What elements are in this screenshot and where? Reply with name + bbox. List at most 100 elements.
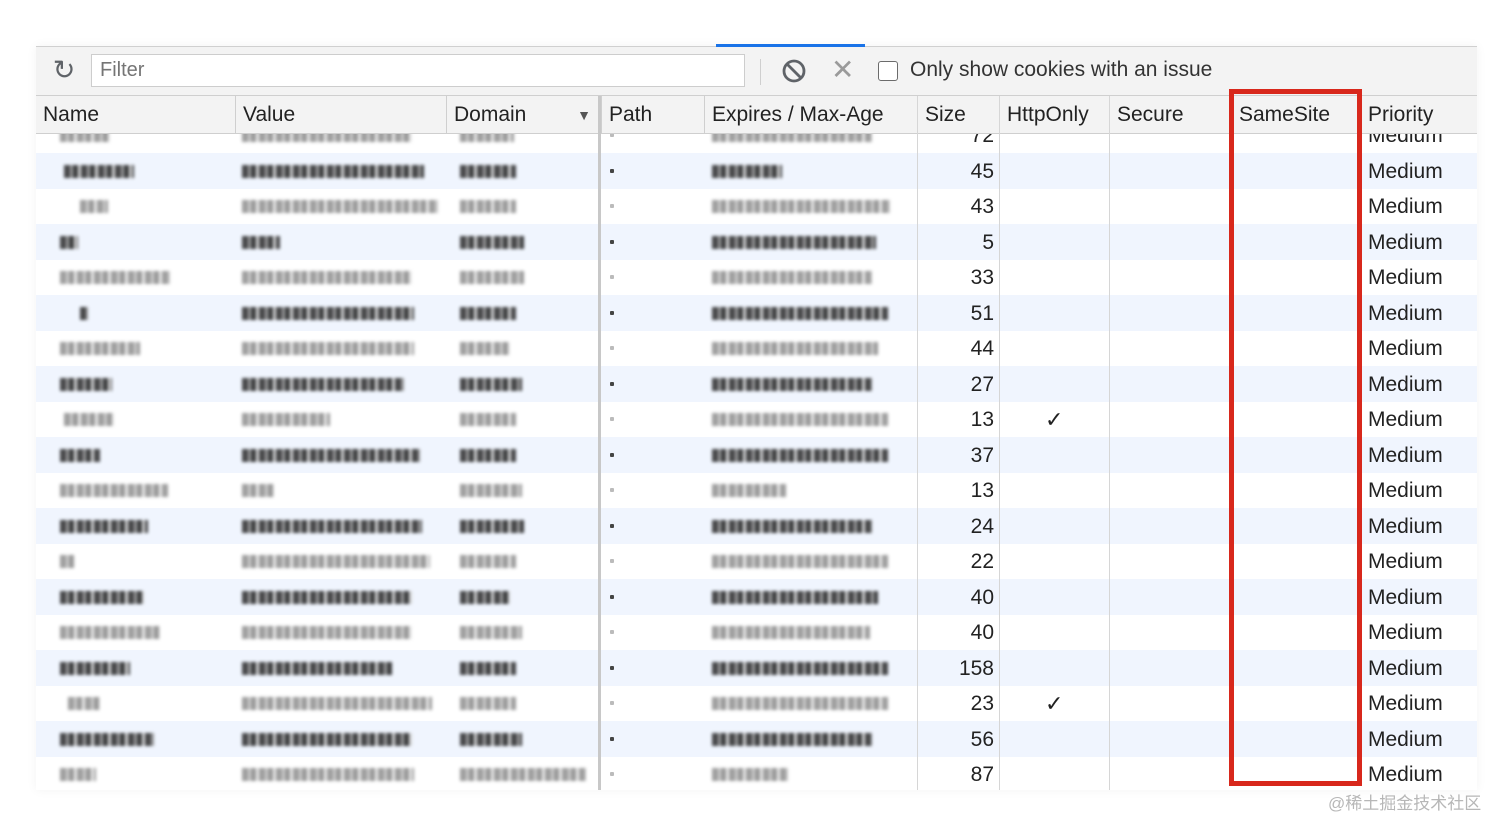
path-redacted-value <box>610 452 614 457</box>
domain-redacted-value <box>460 306 516 320</box>
name-redacted-value <box>60 732 154 746</box>
cookie-size: 13 <box>970 408 994 431</box>
name-redacted-value <box>60 768 96 781</box>
column-header-expires[interactable]: Expires / Max-Age <box>704 96 917 133</box>
table-row[interactable]: 27 Medium <box>36 365 1477 402</box>
name-redacted-value <box>68 697 100 710</box>
table-row[interactable]: 13 Medium <box>36 472 1477 508</box>
table-row[interactable]: 33 Medium <box>36 259 1477 295</box>
table-row[interactable]: 22 Medium <box>36 543 1477 579</box>
name-redacted-value <box>60 271 170 284</box>
column-header-secure[interactable]: Secure <box>1109 96 1231 133</box>
path-redacted-value <box>610 310 614 315</box>
table-row[interactable]: 56 Medium <box>36 720 1477 757</box>
domain-redacted-value <box>460 697 516 710</box>
value-redacted-value <box>242 519 422 533</box>
name-redacted-value <box>60 661 130 675</box>
expires-redacted-value <box>712 519 872 533</box>
column-divider[interactable] <box>598 96 601 790</box>
table-row[interactable]: 40 Medium <box>36 614 1477 650</box>
name-redacted-value <box>60 519 148 533</box>
table-row[interactable]: 72 Medium <box>36 134 1477 153</box>
expires-redacted-value <box>712 306 888 320</box>
cookie-priority: Medium <box>1368 443 1443 467</box>
value-redacted-value <box>242 306 414 320</box>
table-row[interactable]: 24 Medium <box>36 507 1477 544</box>
name-redacted-value <box>64 413 114 426</box>
domain-redacted-value <box>460 164 516 178</box>
table-row[interactable]: 51 Medium <box>36 294 1477 331</box>
column-header-samesite[interactable]: SameSite <box>1231 96 1360 133</box>
column-header-path[interactable]: Path <box>601 96 704 133</box>
value-redacted-value <box>242 768 414 781</box>
cookie-priority: Medium <box>1368 230 1443 254</box>
cookie-size: 13 <box>970 479 994 502</box>
value-redacted-value <box>242 555 430 568</box>
column-header-priority[interactable]: Priority <box>1360 96 1477 133</box>
expires-redacted-value <box>712 590 878 604</box>
expires-redacted-value <box>712 661 888 675</box>
column-divider <box>917 96 918 790</box>
table-row[interactable]: 40 Medium <box>36 578 1477 615</box>
column-header-value[interactable]: Value <box>235 96 446 133</box>
cookies-table-body: 72 Medium 45 Medium 43 Medium 5 Medium 33 Medium 5… <box>36 134 1477 790</box>
block-icon[interactable] <box>781 58 807 84</box>
httponly-check: ✓ <box>1045 691 1064 716</box>
watermark: @稀土掘金技术社区 <box>1328 794 1482 813</box>
cookie-size: 37 <box>970 443 994 467</box>
cookie-priority: Medium <box>1368 408 1443 431</box>
path-redacted-value <box>610 346 614 350</box>
cookie-priority: Medium <box>1368 692 1443 715</box>
cookie-size: 44 <box>970 337 994 360</box>
table-row[interactable]: 13 ✓ Medium <box>36 401 1477 437</box>
column-header-domain[interactable]: Domain ▼ <box>446 96 601 133</box>
expires-redacted-value <box>712 555 888 568</box>
httponly-check: ✓ <box>1045 407 1064 432</box>
path-redacted-value <box>610 168 614 173</box>
cookie-size: 40 <box>970 585 994 609</box>
only-issues-checkbox[interactable] <box>878 61 898 81</box>
table-row[interactable]: 23 ✓ Medium <box>36 685 1477 721</box>
table-row[interactable]: 43 Medium <box>36 188 1477 224</box>
expires-redacted-value <box>712 413 888 426</box>
expires-redacted-value <box>712 271 872 284</box>
clear-icon[interactable]: ✕ <box>831 56 854 84</box>
domain-redacted-value <box>460 377 522 391</box>
domain-redacted-value <box>460 271 524 284</box>
table-row[interactable]: 37 Medium <box>36 436 1477 473</box>
domain-redacted-value <box>460 590 510 604</box>
cookie-size: 51 <box>970 301 994 325</box>
refresh-icon[interactable]: ↻ <box>51 57 77 84</box>
value-redacted-value <box>242 448 420 462</box>
cookie-priority: Medium <box>1368 514 1443 538</box>
path-redacted-value <box>610 559 614 563</box>
cookie-size: 33 <box>970 266 994 289</box>
table-row[interactable]: 44 Medium <box>36 330 1477 366</box>
cookie-size: 22 <box>970 550 994 573</box>
value-redacted-value <box>242 200 438 213</box>
value-redacted-value <box>242 342 414 355</box>
domain-redacted-value <box>460 626 522 639</box>
column-header-name[interactable]: Name <box>36 96 235 133</box>
only-issues-label[interactable]: Only show cookies with an issue <box>910 58 1212 82</box>
table-row[interactable]: 87 Medium <box>36 756 1477 790</box>
value-redacted-value <box>242 626 412 639</box>
filter-input[interactable] <box>91 54 745 87</box>
name-redacted-value <box>60 590 144 604</box>
column-header-size[interactable]: Size <box>917 96 999 133</box>
domain-redacted-value <box>460 134 514 142</box>
table-row[interactable]: 5 Medium <box>36 223 1477 260</box>
path-redacted-value <box>610 594 614 599</box>
cookie-priority: Medium <box>1368 656 1443 680</box>
path-redacted-value <box>610 630 614 634</box>
domain-redacted-value <box>460 768 586 781</box>
cookie-priority: Medium <box>1368 301 1443 325</box>
path-redacted-value <box>610 417 614 421</box>
value-redacted-value <box>242 271 412 284</box>
path-redacted-value <box>610 701 614 705</box>
table-row[interactable]: 45 Medium <box>36 152 1477 189</box>
table-row[interactable]: 158 Medium <box>36 649 1477 686</box>
path-redacted-value <box>610 523 614 528</box>
expires-redacted-value <box>712 484 786 497</box>
column-header-httponly[interactable]: HttpOnly <box>999 96 1109 133</box>
